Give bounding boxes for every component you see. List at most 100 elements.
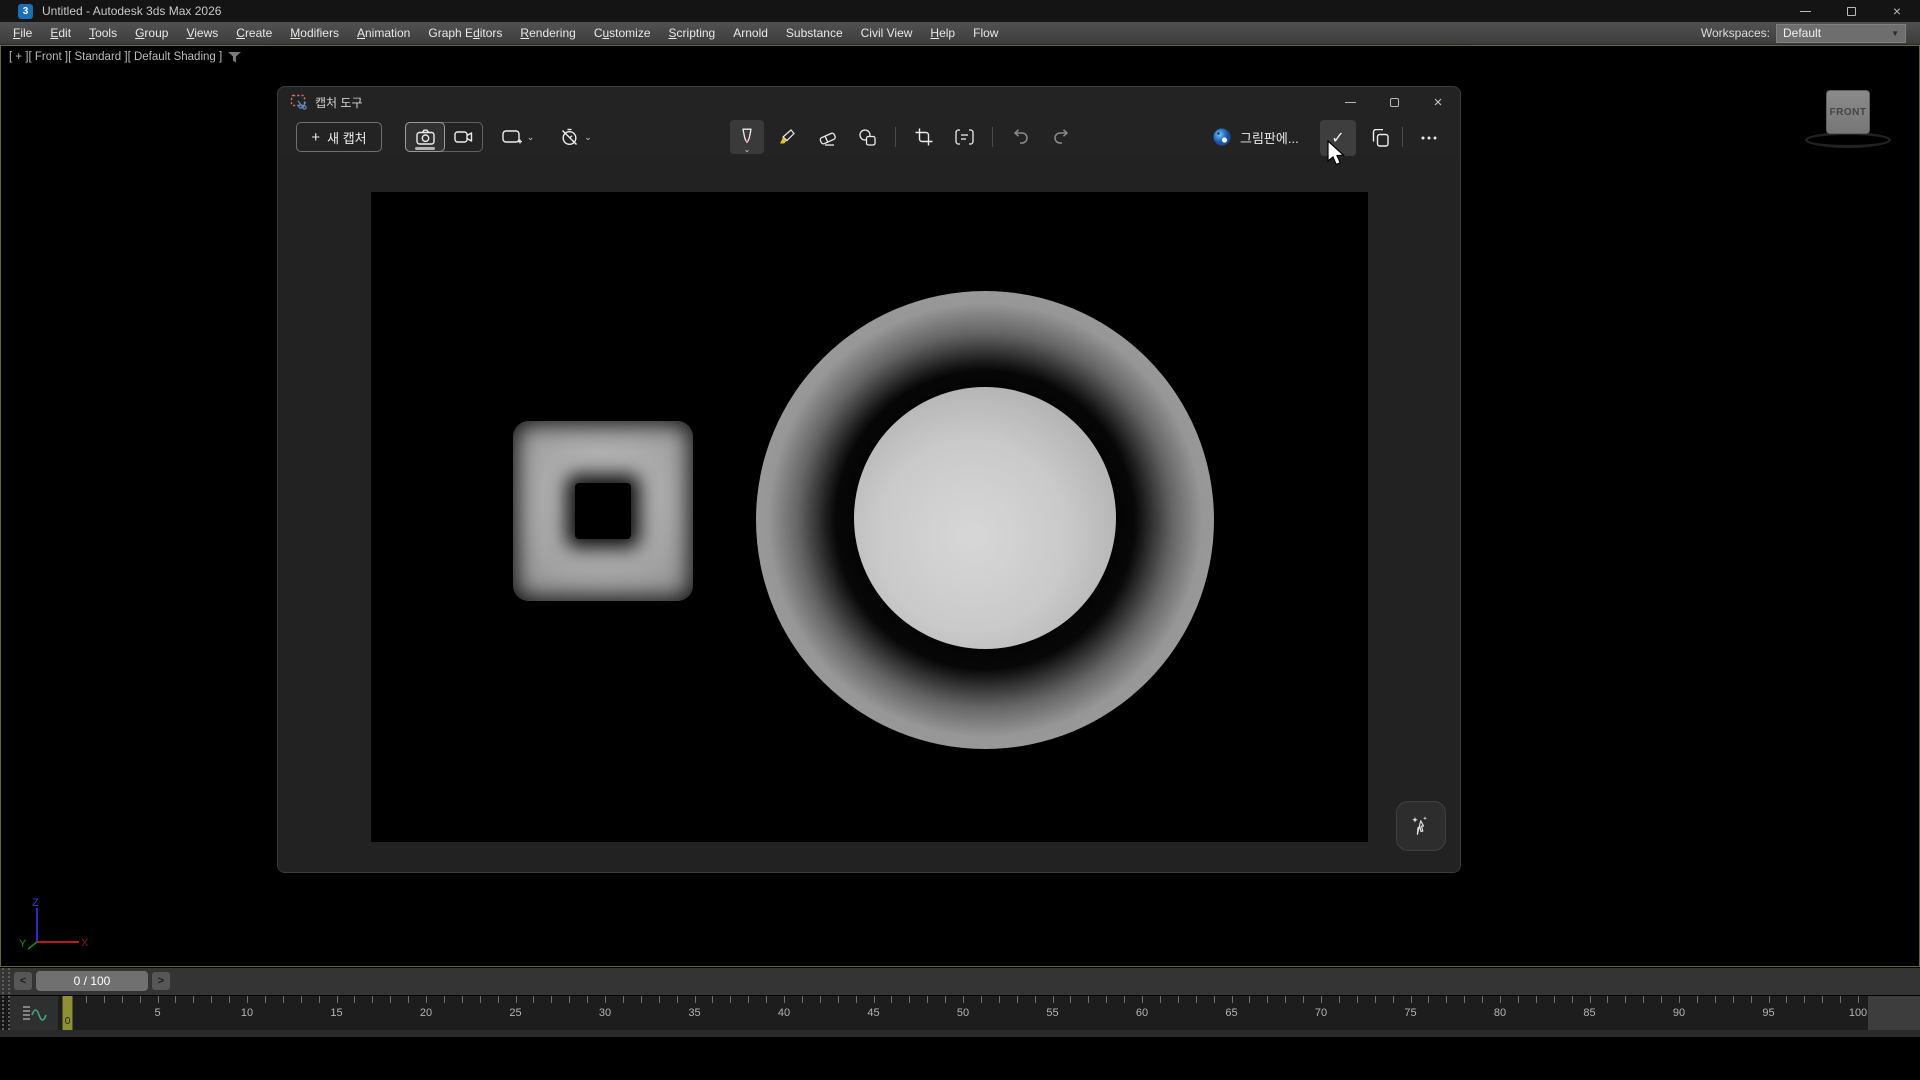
menu-item-customize[interactable]: Customize [585, 22, 660, 45]
timeline-grip[interactable] [2, 968, 10, 1030]
max-close-button[interactable]: × [1874, 0, 1920, 22]
ruler-label: 30 [599, 1007, 611, 1019]
world-axis-gizmo: Z X Y [17, 896, 95, 954]
toolbar-divider [992, 127, 993, 147]
ruler-tick [193, 996, 194, 1003]
ruler-tick [981, 996, 982, 1003]
ruler-label: 45 [867, 1007, 879, 1019]
edit-in-paint-button[interactable]: 그림판에... [1212, 120, 1299, 154]
viewcube[interactable]: FRONT [1803, 84, 1893, 154]
menu-item-animation[interactable]: Animation [348, 22, 419, 45]
snip-delay-dropdown[interactable]: ⌄ [552, 120, 600, 154]
text-actions-button[interactable] [947, 120, 981, 154]
ruler-tick [1357, 996, 1358, 1003]
highlighter-button[interactable] [770, 120, 804, 154]
max-restore-button[interactable] [1828, 0, 1874, 22]
menu-item-civil-view[interactable]: Civil View [852, 22, 922, 45]
ruler-tick [1715, 996, 1716, 1003]
frame-display: 0 / 100 [74, 974, 111, 988]
ruler-tick [533, 996, 534, 1003]
see-more-button[interactable] [1410, 120, 1448, 156]
ruler-tick [784, 996, 785, 1003]
shapes-button[interactable] [850, 120, 884, 154]
menu-items: FileEditToolsGroupViewsCreateModifiersAn… [0, 22, 1007, 44]
minimize-icon [1800, 11, 1811, 12]
menu-item-rendering[interactable]: Rendering [511, 22, 584, 45]
menu-item-substance[interactable]: Substance [777, 22, 852, 45]
new-capture-button[interactable]: + 새 캡처 [296, 122, 382, 152]
ruler-tick [1428, 996, 1429, 1003]
workspace-value: Default [1783, 26, 1821, 40]
current-frame-marker[interactable]: 0 [62, 996, 73, 1030]
max-window-title: Untitled - Autodesk 3ds Max 2026 [42, 4, 221, 18]
menu-item-file[interactable]: File [4, 22, 41, 45]
undo-button[interactable] [1004, 120, 1038, 154]
ruler-label: 10 [241, 1007, 253, 1019]
snip-minimize-button[interactable] [1328, 87, 1372, 117]
ruler-tick [1751, 996, 1752, 1003]
captured-screenshot [371, 192, 1368, 842]
snip-canvas [278, 157, 1461, 873]
crop-button[interactable] [907, 120, 941, 154]
menu-item-create[interactable]: Create [227, 22, 281, 45]
ruler-tick [1070, 996, 1071, 1003]
ruler-tick [337, 996, 338, 1003]
previous-frame-button[interactable]: < [14, 972, 32, 990]
menu-item-tools[interactable]: Tools [80, 22, 126, 45]
ruler-tick [175, 996, 176, 1003]
ballpoint-pen-button[interactable]: ⌄ [730, 120, 764, 154]
max-minimize-button[interactable] [1782, 0, 1828, 22]
viewport-label-text: [ + ][ Front ][ Standard ][ Default Shad… [9, 51, 222, 63]
markup-tools-group: ⌄ [730, 120, 1078, 154]
menu-item-arnold[interactable]: Arnold [724, 22, 777, 45]
ruler-tick [1106, 996, 1107, 1003]
time-slider-track[interactable] [0, 968, 1920, 995]
ruler-tick [1017, 996, 1018, 1003]
ruler-tick [1554, 996, 1555, 1003]
menu-item-graph-editors[interactable]: Graph Editors [419, 22, 511, 45]
open-mini-curve-editor-button[interactable] [10, 996, 58, 1030]
menu-item-scripting[interactable]: Scripting [660, 22, 725, 45]
snip-close-button[interactable]: × [1416, 87, 1460, 117]
next-frame-button[interactable]: > [152, 972, 170, 990]
menu-item-help[interactable]: Help [921, 22, 964, 45]
menu-item-modifiers[interactable]: Modifiers [281, 22, 348, 45]
screenshot-mode-button[interactable] [405, 122, 445, 152]
ruler-label: 50 [957, 1007, 969, 1019]
menu-item-flow[interactable]: Flow [964, 22, 1007, 45]
viewcube-compass-ring [1805, 132, 1891, 148]
video-mode-button[interactable] [444, 123, 482, 151]
ruler-tick [265, 996, 266, 1003]
ruler-tick [1482, 996, 1483, 1003]
snip-shape-dropdown[interactable]: ⌄ [494, 120, 542, 154]
viewcube-front-face[interactable]: FRONT [1826, 90, 1870, 134]
ruler-tick [551, 996, 552, 1003]
redo-button[interactable] [1044, 120, 1078, 154]
ruler-tick [1625, 996, 1626, 1003]
filter-funnel-icon[interactable] [228, 52, 241, 63]
copy-button[interactable] [1362, 120, 1398, 156]
menu-item-views[interactable]: Views [177, 22, 227, 45]
ruler-tick [1142, 996, 1143, 1003]
ruler-tick [1786, 996, 1787, 1003]
ruler-tick [86, 996, 87, 1003]
ruler-tick [748, 996, 749, 1003]
eraser-button[interactable] [810, 120, 844, 154]
menu-item-edit[interactable]: Edit [41, 22, 80, 45]
timeline-ruler[interactable]: 0510152025303540455055606570758085909510… [58, 996, 1868, 1030]
ruler-tick [695, 996, 696, 1003]
undo-icon [1012, 129, 1030, 146]
render-chamfer-box [513, 421, 693, 601]
ruler-tick [1446, 996, 1447, 1003]
snip-maximize-button[interactable] [1372, 87, 1416, 117]
ruler-tick [319, 996, 320, 1003]
viewport-label-menu[interactable]: [ + ][ Front ][ Standard ][ Default Shad… [9, 51, 241, 63]
time-slider-handle[interactable]: 0 / 100 [36, 971, 148, 991]
ruler-tick [730, 996, 731, 1003]
workspaces-label: Workspaces: [1701, 26, 1770, 40]
workspace-dropdown[interactable]: Default ▼ [1776, 24, 1906, 43]
visual-search-button[interactable] [1396, 801, 1446, 851]
ruler-label: 60 [1136, 1007, 1148, 1019]
ruler-tick [372, 996, 373, 1003]
menu-item-group[interactable]: Group [126, 22, 177, 45]
